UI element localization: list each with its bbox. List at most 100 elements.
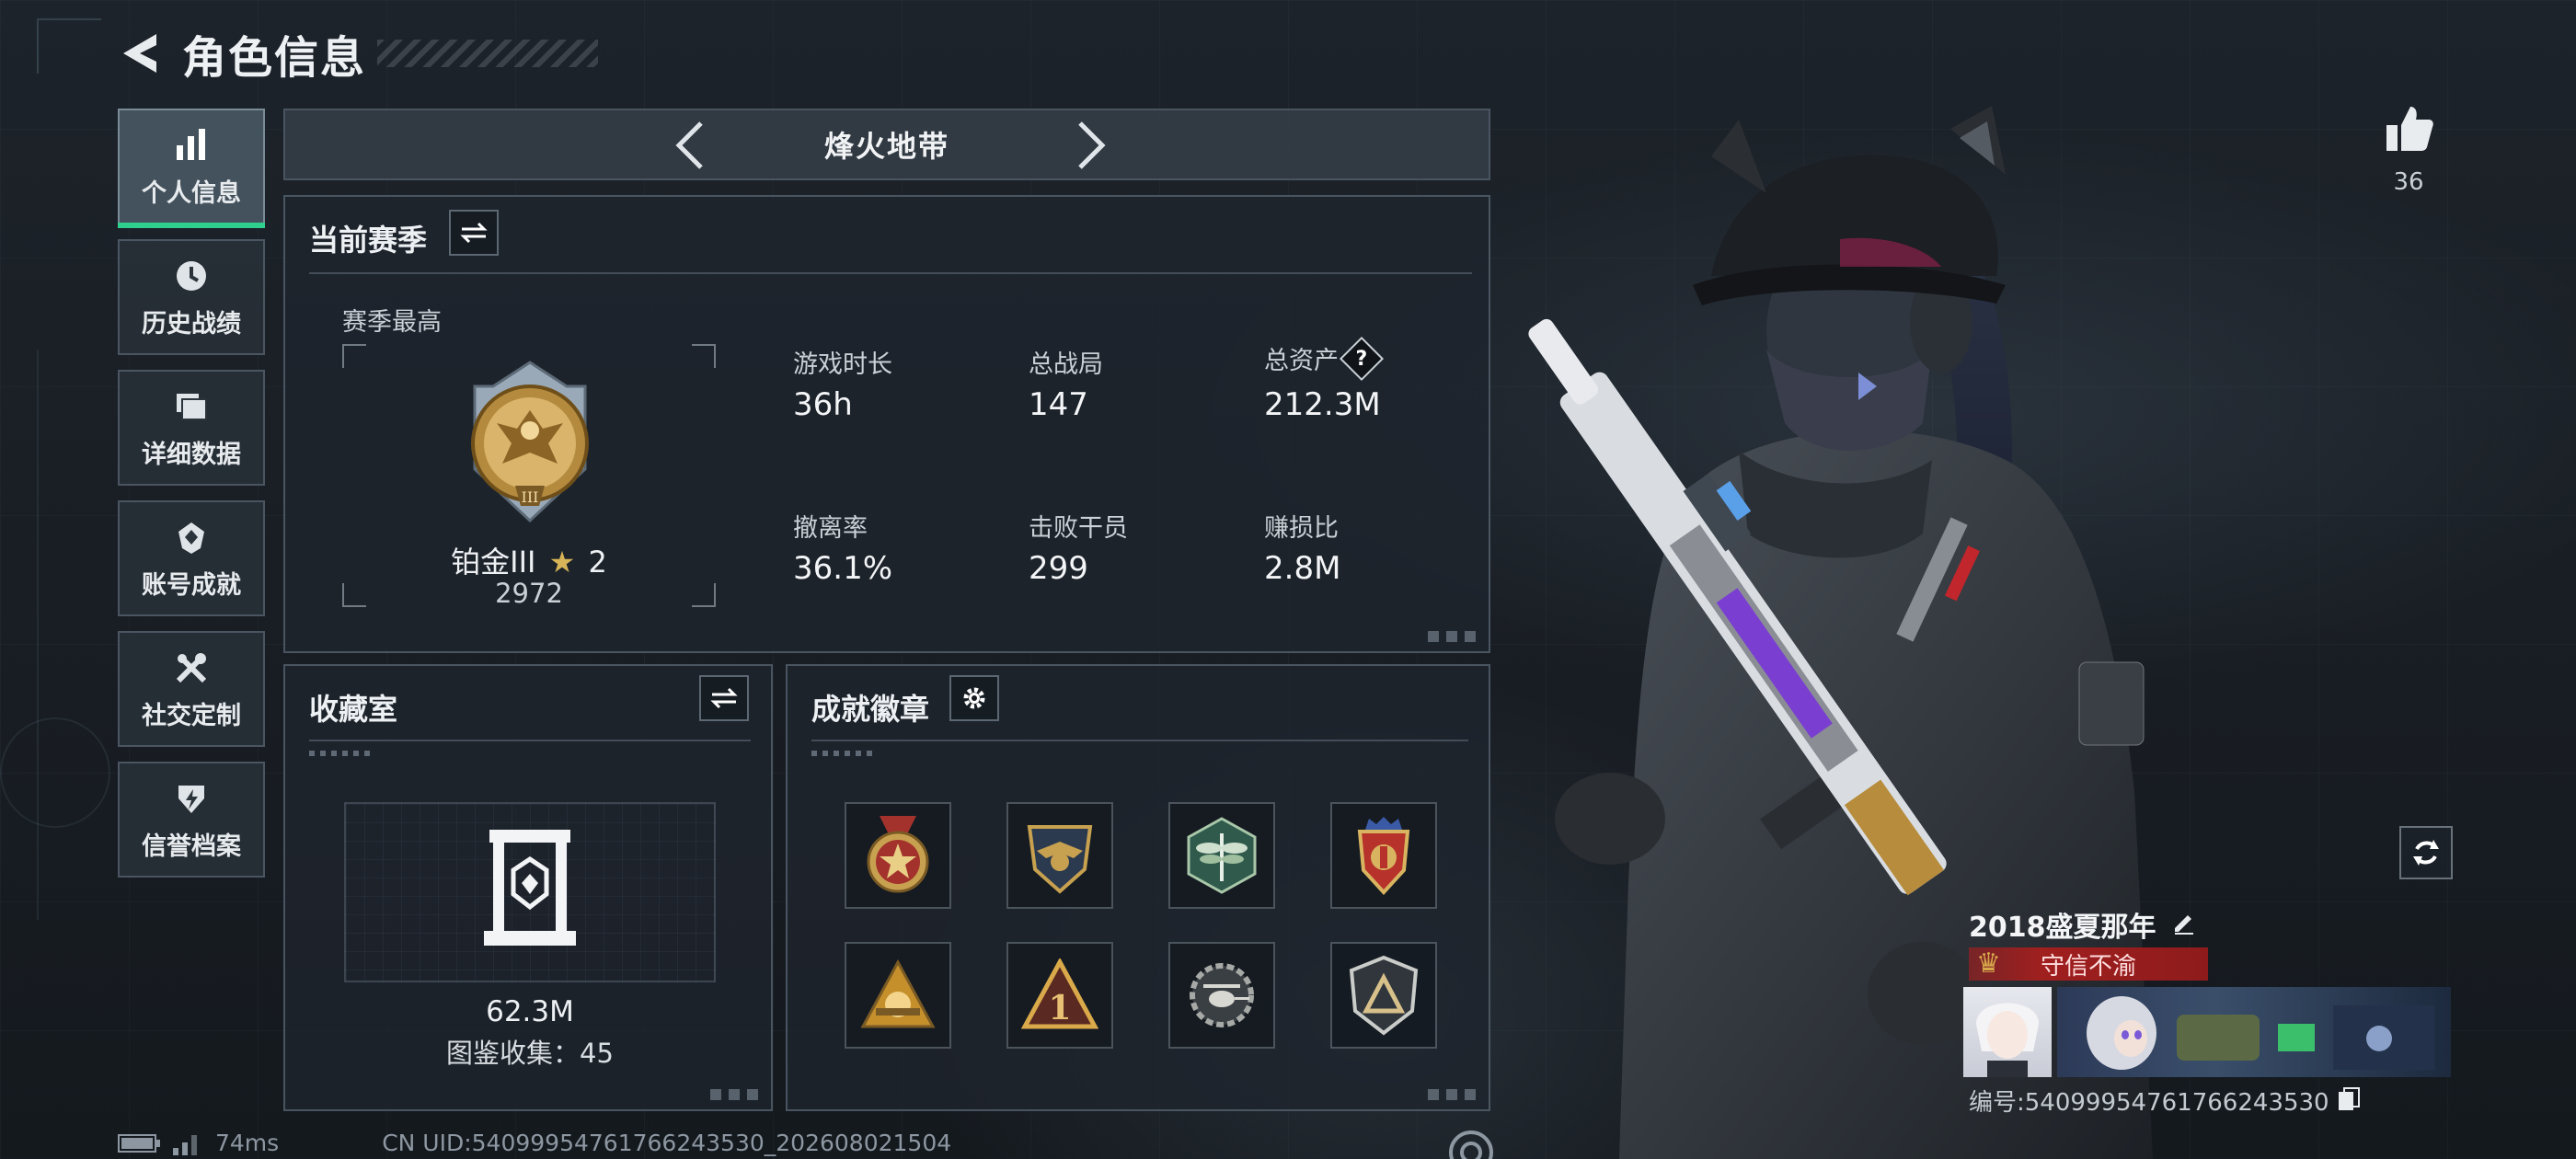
swap-icon bbox=[460, 222, 488, 244]
badge-number-one-triangle[interactable]: 1 bbox=[1006, 942, 1113, 1049]
divider bbox=[811, 740, 1468, 741]
decor-corner bbox=[37, 18, 101, 74]
sunrise-triangle-icon bbox=[860, 958, 936, 1028]
star-medal-icon bbox=[867, 816, 929, 893]
collection-title: 收藏室 bbox=[309, 692, 398, 727]
stat-label-total-assets: 总资产 bbox=[1264, 347, 1339, 375]
title-stripes bbox=[377, 40, 599, 67]
badge-helicopter-gear[interactable] bbox=[1168, 942, 1275, 1049]
helicopter-gear-icon bbox=[1190, 963, 1254, 1027]
mode-prev-button[interactable] bbox=[664, 120, 716, 171]
help-icon[interactable]: ? bbox=[1339, 336, 1385, 381]
refresh-button[interactable] bbox=[2399, 826, 2453, 879]
stat-value-kills: 299 bbox=[1029, 550, 1088, 587]
refresh-icon bbox=[2413, 840, 2439, 866]
season-title: 当前赛季 bbox=[309, 223, 428, 258]
panel-corner-deco bbox=[1428, 1089, 1478, 1100]
rank-name-row: 铂金III ★ 2 bbox=[342, 539, 716, 581]
sidebar-item-label: 账号成就 bbox=[142, 570, 241, 600]
back-button[interactable] bbox=[118, 28, 162, 79]
sidebar-item-label: 历史战绩 bbox=[142, 309, 241, 339]
sidebar: 个人信息 历史战绩 详细数据 账号成就 社交定制 信誉档案 bbox=[118, 109, 265, 892]
achievements-settings-button[interactable] bbox=[949, 675, 999, 721]
clock-icon bbox=[171, 256, 212, 296]
decor-line bbox=[37, 350, 39, 920]
stat-label-row-assets: 总资产 ? bbox=[1264, 336, 1385, 381]
avatar-portrait bbox=[1976, 1003, 2039, 1077]
collection-switch-button[interactable] bbox=[699, 675, 749, 721]
player-id: 编号:540999547617662435​30 bbox=[1969, 1089, 2329, 1117]
page-title: 角色信息 bbox=[182, 32, 367, 84]
edit-name-button[interactable] bbox=[2171, 910, 2197, 939]
collection-display-frame[interactable] bbox=[344, 802, 716, 982]
rank-score: 2972 bbox=[495, 578, 563, 609]
panel-corner-deco bbox=[710, 1089, 760, 1100]
stat-label-total-matches: 总战局 bbox=[1029, 350, 1103, 379]
season-panel: 当前赛季 赛季最高 III 铂金III ★ 2 2972 游戏时长 36h 总战… bbox=[283, 195, 1490, 653]
shield-icon bbox=[171, 778, 212, 819]
mode-name: 烽火地带 bbox=[823, 129, 949, 164]
season-best-label: 赛季最高 bbox=[342, 308, 442, 337]
folder-icon bbox=[171, 386, 212, 427]
sidebar-item-personal-info[interactable]: 个人信息 bbox=[118, 109, 265, 228]
chevron-right-icon bbox=[1078, 121, 1106, 169]
title-badge-text: 守信不渝 bbox=[2040, 952, 2136, 981]
number-one-triangle-icon: 1 bbox=[1021, 958, 1098, 1029]
player-banner[interactable] bbox=[2057, 987, 2451, 1077]
like-button[interactable] bbox=[2383, 103, 2434, 158]
player-id-row: 编号:540999547617662435​30 bbox=[1969, 1084, 2361, 1118]
thumbs-up-icon bbox=[2386, 107, 2433, 151]
divider bbox=[309, 272, 1472, 274]
stat-value-profit-ratio: 2.8M bbox=[1264, 550, 1341, 587]
stat-label-profit-ratio: 赚损比 bbox=[1264, 514, 1339, 543]
pencil-icon bbox=[2174, 915, 2193, 935]
sidebar-item-history[interactable]: 历史战绩 bbox=[118, 239, 265, 355]
svg-text:III: III bbox=[522, 488, 539, 506]
divider-dots bbox=[309, 751, 374, 756]
sidebar-item-social[interactable]: 社交定制 bbox=[118, 631, 265, 747]
sidebar-item-achievements[interactable]: 账号成就 bbox=[118, 500, 265, 616]
sidebar-item-label: 个人信息 bbox=[142, 178, 241, 208]
season-switch-button[interactable] bbox=[449, 210, 499, 256]
badge-arrow-shield[interactable] bbox=[1330, 942, 1437, 1049]
sidebar-item-label: 社交定制 bbox=[142, 701, 241, 730]
achievements-title: 成就徽章 bbox=[811, 692, 930, 727]
badge-dragonfly-hex[interactable] bbox=[1168, 802, 1275, 909]
divider bbox=[309, 740, 751, 741]
badge-sunrise-triangle[interactable] bbox=[845, 942, 951, 1049]
stat-label-extract-rate: 撤离率 bbox=[793, 514, 868, 543]
sidebar-item-details[interactable]: 详细数据 bbox=[118, 370, 265, 486]
title-banner[interactable]: ♛ 守信不渝 bbox=[1969, 947, 2208, 981]
svg-text:1: 1 bbox=[1048, 989, 1071, 1027]
rank-stars: 2 bbox=[588, 545, 607, 580]
badge-eagle-shield[interactable] bbox=[1006, 802, 1113, 909]
banner-artwork bbox=[2087, 996, 2434, 1070]
mode-next-button[interactable] bbox=[1065, 120, 1117, 171]
divider-dots bbox=[811, 751, 876, 756]
frame-bracket bbox=[692, 344, 716, 368]
like-count: 36 bbox=[2393, 168, 2424, 196]
status-footer: 74ms CN UID:540999547617662435​30_202608… bbox=[118, 1130, 951, 1156]
display-case-icon bbox=[480, 828, 580, 947]
sidebar-item-label: 信誉档案 bbox=[142, 832, 241, 861]
badge-winged-shield[interactable] bbox=[1330, 802, 1437, 909]
rank-name: 铂金III bbox=[451, 545, 536, 580]
trophy-icon bbox=[171, 517, 212, 557]
sidebar-item-credit[interactable]: 信誉档案 bbox=[118, 762, 265, 878]
star-icon: ★ bbox=[548, 545, 576, 580]
collection-panel: 收藏室 62.3M 图鉴收集：45 bbox=[283, 664, 773, 1111]
collection-value: 62.3M bbox=[486, 995, 574, 1028]
decor-circle bbox=[0, 717, 110, 828]
player-avatar[interactable] bbox=[1963, 987, 2052, 1077]
ping-value: 74ms bbox=[215, 1130, 280, 1156]
bar-chart-icon bbox=[171, 125, 212, 166]
player-name: 2018盛夏那年 bbox=[1969, 912, 2156, 944]
settings-corner-icon[interactable] bbox=[1443, 1124, 1500, 1159]
title-badge-icon: ♛ bbox=[1976, 947, 2001, 980]
badge-star-medal[interactable] bbox=[845, 802, 951, 909]
gear-icon bbox=[963, 687, 985, 709]
eagle-shield-icon bbox=[1027, 825, 1093, 894]
battery-icon bbox=[118, 1133, 160, 1153]
copy-id-button[interactable] bbox=[2337, 1086, 2361, 1116]
player-name-row: 2018盛夏那年 bbox=[1969, 904, 2197, 945]
